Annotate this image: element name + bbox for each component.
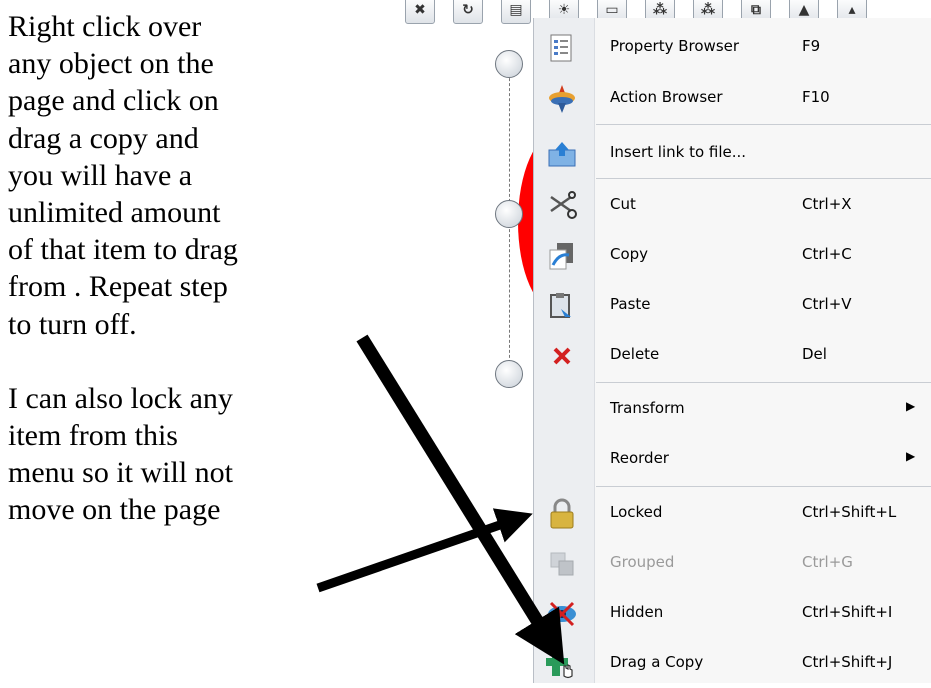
menu-label: Action Browser <box>610 88 723 106</box>
menu-item-delete[interactable]: Delete Del <box>534 330 931 380</box>
menu-shortcut: Del <box>802 345 827 363</box>
menu-separator <box>596 486 931 487</box>
menu-label: Paste <box>610 295 651 313</box>
menu-shortcut: Ctrl+Shift+J <box>802 653 893 671</box>
menu-label: Locked <box>610 503 663 521</box>
menu-label: Copy <box>610 245 649 263</box>
action-browser-icon <box>546 83 578 115</box>
property-browser-icon <box>546 32 578 64</box>
menu-label: Delete <box>610 345 660 363</box>
menu-shortcut: Ctrl+V <box>802 295 852 313</box>
menu-shortcut: Ctrl+Shift+L <box>802 503 897 521</box>
group-icon <box>546 548 578 580</box>
menu-item-action-browser[interactable]: Action Browser F10 <box>534 73 931 123</box>
menu-shortcut: F9 <box>802 37 821 55</box>
delete-icon <box>546 340 578 372</box>
arrow-to-drag-a-copy <box>356 334 565 665</box>
menu-shortcut: Ctrl+C <box>802 245 852 263</box>
menu-item-insert-link[interactable]: Insert link to file... <box>534 128 931 178</box>
resize-handle-bottom[interactable] <box>495 360 523 388</box>
close-icon[interactable]: ✖ <box>405 0 435 24</box>
menu-label: Cut <box>610 195 636 213</box>
menu-shortcut: Ctrl+Shift+I <box>802 603 893 621</box>
menu-item-grouped: Grouped Ctrl+G <box>534 538 931 588</box>
menu-item-locked[interactable]: Locked Ctrl+Shift+L <box>534 488 931 538</box>
menu-separator <box>596 124 931 125</box>
drag-copy-icon <box>546 648 578 680</box>
menu-item-copy[interactable]: Copy Ctrl+C <box>534 230 931 280</box>
paste-icon <box>546 290 578 322</box>
menu-item-property-browser[interactable]: Property Browser F9 <box>534 22 931 72</box>
menu-separator <box>596 382 931 383</box>
menu-label: Insert link to file... <box>610 143 747 161</box>
resize-handle-top[interactable] <box>495 50 523 78</box>
menu-shortcut: Ctrl+X <box>802 195 852 213</box>
hidden-eye-icon <box>546 598 578 630</box>
menu-item-reorder[interactable]: Reorder ▶ <box>534 434 931 484</box>
menu-label: Grouped <box>610 553 675 571</box>
lock-icon <box>546 498 578 530</box>
resize-handle-middle[interactable] <box>495 200 523 228</box>
menu-separator <box>596 178 931 179</box>
instruction-paragraph-lock: I can also lock any item from this menu … <box>8 381 233 527</box>
menu-item-paste[interactable]: Paste Ctrl+V <box>534 280 931 330</box>
scissors-icon <box>546 190 578 222</box>
copy-icon <box>546 240 578 272</box>
menu-item-cut[interactable]: Cut Ctrl+X <box>534 180 931 230</box>
menu-item-drag-copy[interactable]: Drag a Copy Ctrl+Shift+J <box>534 638 931 688</box>
menu-item-transform[interactable]: Transform ▶ <box>534 384 931 434</box>
menu-shortcut: F10 <box>802 88 830 106</box>
document-icon[interactable]: ▤ <box>501 0 531 24</box>
instructions-text: Right click over any object on the page … <box>8 8 368 529</box>
menu-label: Drag a Copy <box>610 653 704 671</box>
menu-label: Reorder <box>610 449 669 467</box>
menu-item-hidden[interactable]: Hidden Ctrl+Shift+I <box>534 588 931 638</box>
menu-shortcut: Ctrl+G <box>802 553 853 571</box>
context-menu: Property Browser F9 Action Browser F10 I… <box>533 18 931 683</box>
redo-icon[interactable]: ↻ <box>453 0 483 24</box>
instruction-paragraph-drag-copy: Right click over any object on the page … <box>8 10 238 341</box>
menu-label: Hidden <box>610 603 664 621</box>
submenu-arrow-icon: ▶ <box>906 399 916 413</box>
insert-link-icon <box>546 138 578 170</box>
submenu-arrow-icon: ▶ <box>906 449 916 463</box>
menu-label: Property Browser <box>610 37 740 55</box>
menu-label: Transform <box>610 399 685 417</box>
